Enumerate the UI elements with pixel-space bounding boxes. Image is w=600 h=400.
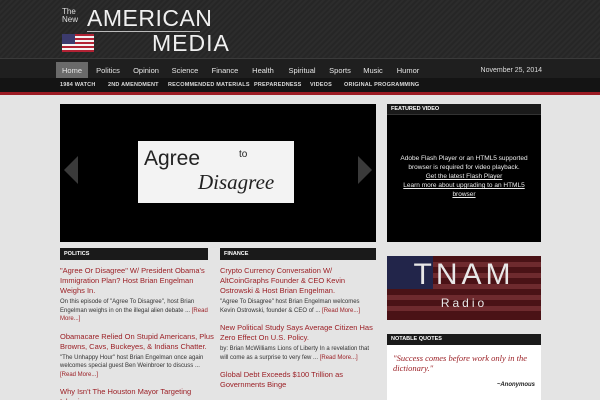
subnav-recommended-materials[interactable]: RECOMMENDED MATERIALS [168,78,250,92]
nav-humor[interactable]: Humor [390,62,426,79]
article-title[interactable]: Obamacare Relied On Stupid Americans, Pl… [60,332,216,352]
flash-message-text: Adobe Flash Player or an HTML5 supported… [400,155,528,171]
featured-video-box: FEATURED VIDEO Adobe Flash Player or an … [387,104,541,242]
radio-subtitle: Radio [440,296,488,310]
slide-image[interactable]: Agree to Disagree [138,141,294,203]
nav-politics[interactable]: Politics [90,62,126,79]
politics-article: "Agree Or Disagree" W/ President Obama's… [60,266,216,324]
subnav-original-programming[interactable]: ORIGINAL PROGRAMMING [344,78,419,92]
article-title[interactable]: Global Debt Exceeds $100 Trillion as Gov… [220,370,376,390]
finance-article: Crypto Currency Conversation W/ AltCoinG… [220,266,376,315]
html5-upgrade-link[interactable]: Learn more about upgrading to an HTML5 b… [393,181,535,199]
featured-video-heading: FEATURED VIDEO [387,104,541,115]
nav-sports[interactable]: Sports [324,62,356,79]
nav-science[interactable]: Science [166,62,204,79]
finance-article: New Political Study Says Average Citizen… [220,323,376,362]
article-excerpt-text: On this episode of "Agree To Disagree", … [60,299,195,314]
article-excerpt: "Agree To Disagree" host Brian Engelman … [220,298,376,315]
logo-american: AMERICAN [87,5,213,31]
nav-health[interactable]: Health [246,62,280,79]
slide-text-disagree: Disagree [198,170,275,194]
main-nav: Home Politics Opinion Science Finance He… [0,58,600,79]
read-more-link[interactable]: [Read More...] [322,308,360,314]
notable-quote: "Success comes before work only in the d… [387,345,541,400]
finance-article: Global Debt Exceeds $100 Trillion as Gov… [220,370,376,390]
slide-text-agree: Agree [144,147,201,170]
nav-finance[interactable]: Finance [206,62,244,79]
current-date: November 25, 2014 [480,67,542,74]
sub-nav: 1984 WATCH 2ND AMENDMENT RECOMMENDED MAT… [0,78,600,92]
article-title[interactable]: "Agree Or Disagree" W/ President Obama's… [60,266,216,296]
read-more-link[interactable]: [Read More...] [60,372,98,378]
subnav-1984-watch[interactable]: 1984 WATCH [60,78,96,92]
flag-icon [62,34,94,52]
nav-music[interactable]: Music [358,62,388,79]
quote-author: ~Anonymous [496,382,535,388]
article-title[interactable]: Crypto Currency Conversation W/ AltCoinG… [220,266,376,296]
flash-player-link[interactable]: Get the latest Flash Player [393,172,535,181]
slide-text-to: to [239,149,248,160]
article-excerpt: by: Brian McWilliams Lions of Liberty In… [220,345,376,362]
flash-message: Adobe Flash Player or an HTML5 supported… [393,154,535,199]
quote-text: "Success comes before work only in the d… [393,353,528,373]
politics-column: "Agree Or Disagree" W/ President Obama's… [60,260,216,400]
read-more-link[interactable]: [Read More...] [320,355,358,361]
article-title[interactable]: Why Isn't The Houston Mayor Targeting Is… [60,387,216,400]
site-logo[interactable]: The New AMERICAN MEDIA [60,5,229,55]
article-title[interactable]: New Political Study Says Average Citizen… [220,323,376,343]
finance-heading[interactable]: FINANCE [220,248,376,260]
tnam-radio-banner[interactable]: TNAM Radio [387,256,541,320]
nav-spiritual[interactable]: Spiritual [282,62,322,79]
subnav-2nd-amendment[interactable]: 2ND AMENDMENT [108,78,159,92]
subnav-preparedness[interactable]: PREPAREDNESS [254,78,302,92]
notable-quotes-heading: NOTABLE QUOTES [387,334,541,345]
nav-opinion[interactable]: Opinion [128,62,164,79]
politics-article: Obamacare Relied On Stupid Americans, Pl… [60,332,216,380]
logo-media: MEDIA [152,30,230,56]
article-excerpt-text: "The Unhappy Hour" host Brian Engelman o… [60,354,204,370]
arrow-left-icon[interactable] [64,156,78,184]
politics-heading[interactable]: POLITICS [60,248,208,260]
logo-the-new: The New [62,7,79,24]
radio-title: TNAM [413,258,515,291]
finance-column: Crypto Currency Conversation W/ AltCoinG… [220,260,376,390]
subnav-videos[interactable]: VIDEOS [310,78,332,92]
header-accent-line [0,92,600,95]
politics-article: Why Isn't The Houston Mayor Targeting Is… [60,387,216,400]
article-excerpt: On this episode of "Agree To Disagree", … [60,298,216,324]
site-header: The New AMERICAN MEDIA [0,0,600,58]
arrow-right-icon[interactable] [358,156,372,184]
article-excerpt: "The Unhappy Hour" host Brian Engelman o… [60,354,216,380]
nav-home[interactable]: Home [56,62,88,79]
featured-slider[interactable]: Agree to Disagree [60,104,376,242]
